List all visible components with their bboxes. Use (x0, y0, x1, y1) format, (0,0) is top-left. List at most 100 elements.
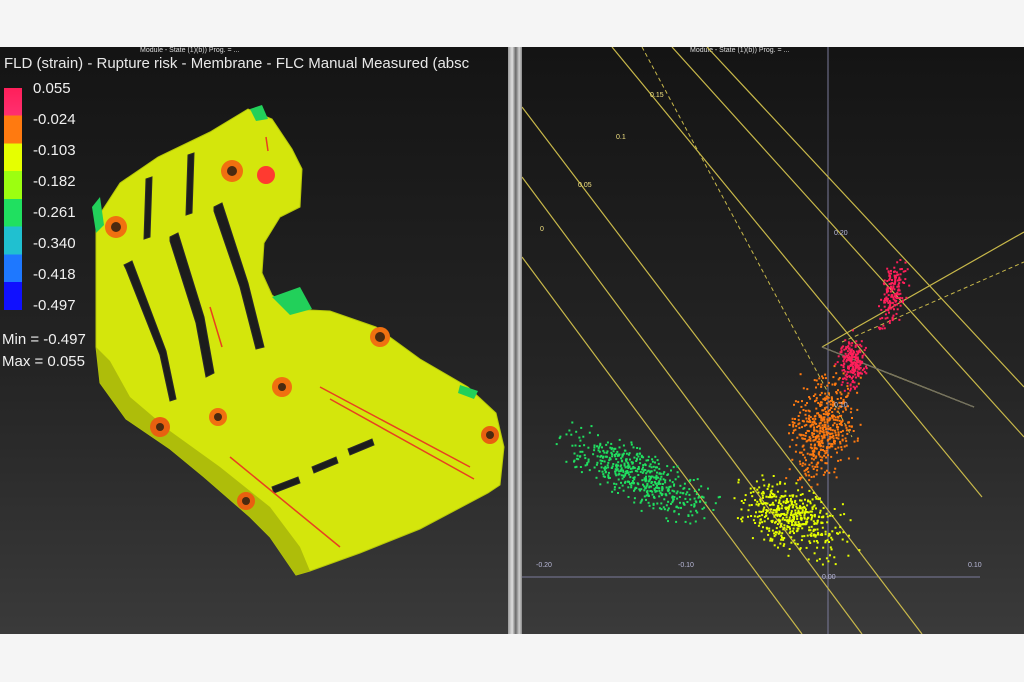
strain-point (624, 481, 626, 484)
strain-point (641, 471, 644, 474)
strain-point (803, 448, 806, 451)
strain-point (806, 452, 809, 455)
strain-point (568, 429, 571, 432)
strain-point (831, 436, 834, 439)
strain-point (801, 400, 803, 403)
strain-point (899, 300, 901, 303)
strain-point (830, 443, 833, 446)
strain-point (847, 392, 850, 395)
strain-point (785, 528, 788, 531)
strain-point (766, 488, 769, 490)
strain-point (630, 482, 633, 484)
strain-point (817, 383, 820, 386)
strain-point (667, 490, 670, 493)
strain-point (704, 501, 707, 504)
strain-point (827, 425, 830, 428)
strain-point (761, 496, 764, 499)
strain-point (823, 454, 826, 457)
strain-point (608, 459, 611, 462)
strain-point (895, 297, 898, 299)
strain-point (834, 563, 837, 566)
x-tick-label: -0.10 (678, 562, 694, 569)
strain-point (750, 504, 753, 506)
strain-point (863, 367, 865, 370)
strain-point (789, 514, 792, 516)
strain-point (813, 540, 816, 543)
strain-point (840, 393, 843, 396)
strain-point (837, 446, 840, 449)
strain-point (690, 504, 693, 507)
strain-point (899, 304, 902, 307)
strain-point (897, 273, 900, 276)
strain-point (658, 495, 661, 498)
strain-point (773, 535, 776, 538)
strain-point (820, 467, 823, 470)
strain-point (815, 407, 818, 410)
strain-point (896, 308, 899, 311)
strain-point (904, 261, 907, 264)
strain-point (762, 490, 765, 493)
strain-point (801, 493, 804, 496)
strain-point (801, 464, 804, 467)
strain-point (841, 434, 844, 437)
strain-point (828, 541, 830, 543)
strain-point (691, 514, 694, 517)
strain-point (755, 503, 758, 506)
strain-point (801, 426, 803, 429)
strain-point (822, 473, 825, 476)
strain-point (759, 500, 762, 503)
strain-point (768, 483, 771, 486)
strain-point (718, 495, 721, 498)
strain-point (825, 512, 828, 515)
strain-point (765, 511, 767, 514)
strain-point (618, 446, 621, 449)
strain-point (809, 533, 812, 536)
strain-point (630, 470, 633, 473)
strain-point (696, 478, 699, 481)
strain-point (622, 444, 625, 447)
strain-point (819, 449, 822, 451)
strain-point (652, 503, 655, 506)
pane-splitter[interactable] (508, 47, 522, 634)
strain-point (827, 534, 830, 537)
strain-point (845, 440, 848, 443)
flc-dashed-lines (641, 47, 1024, 438)
strain-point (791, 503, 793, 506)
strain-point (617, 478, 620, 481)
strain-point (815, 455, 818, 458)
strain-point (825, 469, 828, 472)
legend-value: -0.182 (33, 173, 76, 190)
strain-point (827, 454, 829, 457)
fld-viewport[interactable]: Module - State (1)(b)) Prog. = ... 0.15 … (522, 47, 1024, 634)
strain-point (820, 391, 823, 394)
strain-point (893, 303, 896, 306)
strain-point (808, 463, 811, 466)
strain-point (791, 417, 794, 420)
strain-point (834, 526, 837, 529)
strain-point (856, 391, 859, 394)
strain-point (883, 293, 886, 296)
strain-point (811, 432, 814, 434)
strain-point (821, 563, 824, 566)
strain-point (814, 465, 817, 468)
strain-point (654, 490, 657, 493)
strain-point (783, 537, 786, 539)
strain-point (607, 461, 610, 464)
strain-point (826, 421, 829, 424)
strain-point (595, 476, 598, 479)
strain-point (835, 476, 838, 479)
strain-point (777, 519, 780, 522)
fld-plot[interactable]: 0.15 0.1 0.05 0 -0.20 -0.10 0.00 0.10 0.… (522, 47, 1024, 634)
strain-point (640, 455, 643, 458)
strain-point (800, 511, 803, 514)
strain-point (587, 458, 590, 461)
strain-point (807, 470, 810, 473)
strain-point (629, 458, 631, 461)
strain-contour-viewport[interactable]: Module - State (1)(b)) Prog. = ... FLD (… (0, 47, 508, 634)
strain-point (666, 465, 669, 468)
strain-point (887, 270, 890, 273)
strain-point (596, 445, 598, 448)
strain-point (793, 539, 796, 542)
strain-point (588, 469, 591, 472)
strain-point (679, 484, 682, 487)
